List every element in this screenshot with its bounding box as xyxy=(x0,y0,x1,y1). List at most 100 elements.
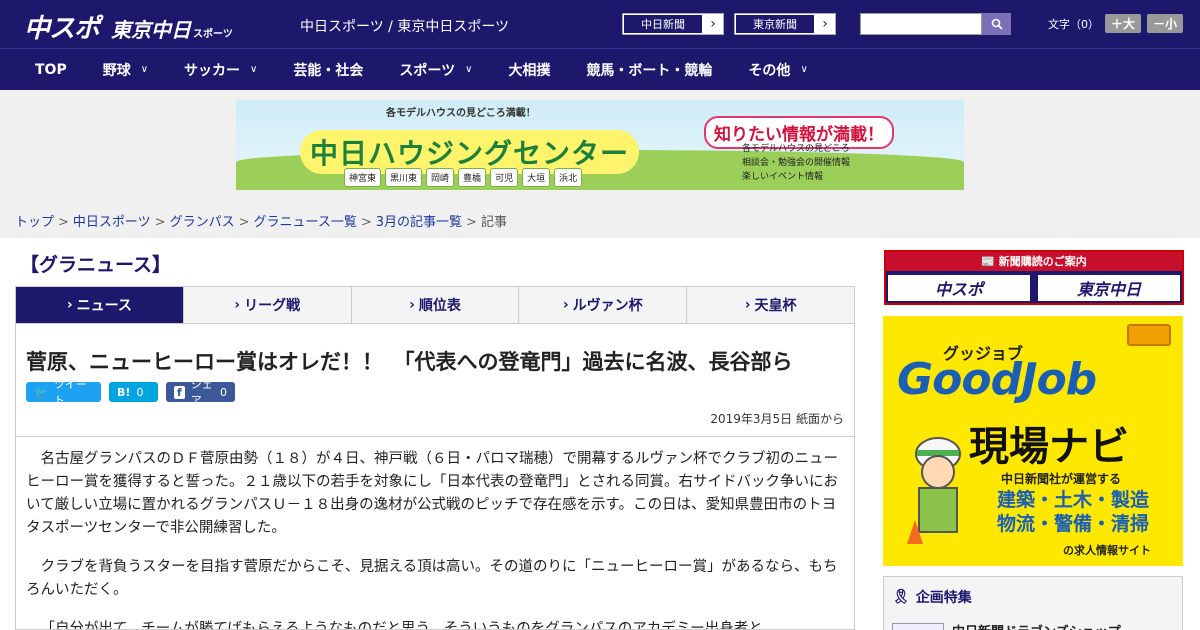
section-title: 【グラニュース】 xyxy=(20,254,172,276)
breadcrumb-link-grampus[interactable]: グランパス xyxy=(170,215,235,230)
tab-label: 天皇杯 xyxy=(754,298,797,314)
hatena-icon: B! xyxy=(117,385,131,399)
newspaper-icon: 📰 xyxy=(981,255,995,268)
breadcrumb-link-chunichi-sports[interactable]: 中日スポーツ xyxy=(73,215,151,230)
logo-tiny: スポーツ xyxy=(193,29,233,40)
nav-label: その他 xyxy=(748,62,791,79)
breadcrumb: トップ > 中日スポーツ > グランパス > グラニュース一覧 >3月の記事一覧 > 記事 xyxy=(15,215,507,230)
goodjob-category-line: 建築・土木・製造 xyxy=(997,489,1150,511)
font-larger-button[interactable]: ＋大 xyxy=(1105,14,1142,33)
tokyo-shimbun-link[interactable]: 東京新聞 › xyxy=(734,13,836,35)
banner-town: 豊橋 xyxy=(458,168,487,187)
twitter-icon: 🐦 xyxy=(34,385,48,399)
tab-levain-cup[interactable]: › ルヴァン杯 xyxy=(519,287,688,323)
nav-item-top[interactable]: TOP xyxy=(0,62,85,78)
goodjob-ad[interactable]: グッジョブ GoodJob 現場ナビ 中日新聞社が運営する 建築・土木・製造 物… xyxy=(883,316,1183,566)
hatena-bookmark-button[interactable]: B! 0 xyxy=(109,382,158,402)
subscription-box[interactable]: 📰 新聞購読のご案内 中スポ 東京中日 xyxy=(884,250,1184,305)
article: 菅原、ニューヒーロー賞はオレだ！！ 「代表への登竜門」過去に名波、長谷部ら 🐦 … xyxy=(15,324,855,630)
nav-label: 芸能・社会 xyxy=(293,62,364,79)
nav-item-sports[interactable]: スポーツ ∨ xyxy=(381,60,490,80)
tab-label: ルヴァン杯 xyxy=(572,298,643,314)
special-feature-item[interactable]: 中日新聞ドラゴンズショップ xyxy=(892,621,1121,630)
banner-info-item: 相談会・勉強会の開催情報 xyxy=(742,158,851,168)
banner-info-list: 各モデルハウスの見どころ 相談会・勉強会の開催情報 楽しいイベント情報 xyxy=(742,142,850,184)
chevron-down-icon: ∨ xyxy=(140,64,149,75)
banner-town: 大垣 xyxy=(522,168,551,187)
tab-label: ニュース xyxy=(76,298,132,314)
main-nav: TOP 野球 ∨ サッカー ∨ 芸能・社会 スポーツ ∨ 大相撲 競馬・ボート・… xyxy=(0,48,1200,90)
search-input[interactable] xyxy=(860,13,982,35)
breadcrumb-link-top[interactable]: トップ xyxy=(15,215,54,230)
truck-icon xyxy=(1127,324,1171,346)
chunichi-shimbun-link[interactable]: 中日新聞 › xyxy=(622,13,724,35)
nav-label: スポーツ xyxy=(399,62,456,79)
font-smaller-button[interactable]: －小 xyxy=(1147,14,1184,33)
subscribe-tokyo-chunichi-button[interactable]: 東京中日 xyxy=(1038,275,1180,301)
subscription-head: 📰 新聞購読のご案内 xyxy=(886,252,1182,271)
site-names: 中日スポーツ / 東京中日スポーツ xyxy=(300,19,510,35)
hatena-count: 0 xyxy=(136,385,144,399)
tweet-label: ツイート xyxy=(53,378,87,407)
chevron-right-icon: › xyxy=(562,297,569,313)
facebook-share-button[interactable]: f シェア 0 xyxy=(166,378,235,407)
nav-label: TOP xyxy=(35,61,67,78)
article-paragraph: 「自分が出て、チームが勝てばもらえるようなものだと思う。そういうものをグランパス… xyxy=(40,621,763,630)
goodjob-categories: 建築・土木・製造 物流・警備・清掃 xyxy=(997,488,1149,536)
top-header: 中スポ 東京中日 スポーツ 中日スポーツ / 東京中日スポーツ 中日新聞 › 東… xyxy=(0,0,1200,48)
tab-emperors-cup[interactable]: › 天皇杯 xyxy=(687,287,854,323)
fb-share-count: 0 xyxy=(220,385,227,399)
special-features-heading: 🎗 企画特集 xyxy=(892,587,972,607)
feature-item-label: 中日新聞ドラゴンズショップ xyxy=(952,621,1121,630)
tab-league[interactable]: › リーグ戦 xyxy=(183,287,352,323)
nav-label: 野球 xyxy=(102,62,131,79)
goodjob-category-line: 物流・警備・清掃 xyxy=(997,513,1150,535)
special-features-title: 企画特集 xyxy=(915,590,972,606)
search-button[interactable] xyxy=(982,13,1011,35)
ribbon-icon: 🎗 xyxy=(892,589,910,605)
chevron-right-icon: › xyxy=(234,297,241,313)
nav-item-entertainment[interactable]: 芸能・社会 xyxy=(275,60,381,80)
subscribe-chuspo-button[interactable]: 中スポ xyxy=(888,275,1030,301)
goodjob-operator: 中日新聞社が運営する xyxy=(1001,472,1122,486)
breadcrumb-current: 記事 xyxy=(480,215,507,230)
ext-link-label: 中日新聞 xyxy=(623,14,703,34)
housing-center-ad-banner[interactable]: 各モデルハウスの見どころ満載！ 中日ハウジングセンター 知りたい情報が満載！ 各… xyxy=(236,100,964,190)
nav-item-sumo[interactable]: 大相撲 xyxy=(490,60,568,80)
banner-town: 可児 xyxy=(490,168,519,187)
search-box xyxy=(860,13,1011,35)
nav-label: 大相撲 xyxy=(508,62,551,79)
article-body: 名古屋グランパスのＤＦ菅原由勢（１８）が４日、神戸戦（６日・パロマ瑞穂）で開幕す… xyxy=(26,448,846,630)
font-size-controls: 文字（0） ＋大 －小 xyxy=(1048,14,1184,33)
nav-label: 競馬・ボート・競輪 xyxy=(586,62,713,79)
chevron-down-icon: ∨ xyxy=(800,64,808,75)
breadcrumb-link-march[interactable]: 3月の記事一覧 xyxy=(376,215,462,230)
tab-label: リーグ戦 xyxy=(244,298,301,314)
article-divider xyxy=(16,436,854,437)
tweet-button[interactable]: 🐦 ツイート xyxy=(26,378,101,407)
article-dateline: 2019年3月5日 紙面から xyxy=(710,412,844,426)
logo-main: 中スポ xyxy=(24,14,100,44)
article-paragraph: クラブを背負うスターを目指す菅原だからこそ、見据える頂は高い。その道のりに「ニュ… xyxy=(26,559,838,598)
fb-share-label: シェア xyxy=(190,378,213,407)
banner-towns: 神宮東 黒川東 岡崎 豊橋 可児 大垣 浜北 xyxy=(344,168,583,187)
chevron-down-icon: ∨ xyxy=(465,64,473,75)
tab-standings[interactable]: › 順位表 xyxy=(351,287,520,323)
nav-item-racing[interactable]: 競馬・ボート・競輪 xyxy=(568,60,730,80)
nav-item-other[interactable]: その他 ∨ xyxy=(730,60,825,80)
breadcrumb-link-gra-news[interactable]: グラニュース一覧 xyxy=(254,215,357,230)
nav-item-soccer[interactable]: サッカー ∨ xyxy=(166,60,275,80)
article-headline: 菅原、ニューヒーロー賞はオレだ！！ 「代表への登竜門」過去に名波、長谷部ら xyxy=(26,350,793,374)
worker-illustration-icon xyxy=(907,437,961,544)
facebook-icon: f xyxy=(174,385,185,399)
tab-news[interactable]: › ニュース xyxy=(16,287,184,323)
subscription-head-label: 新聞購読のご案内 xyxy=(998,255,1087,268)
font-size-label: 文字（0） xyxy=(1048,17,1099,31)
goodjob-subtitle: の求人情報サイト xyxy=(1063,544,1151,557)
nav-label: サッカー xyxy=(184,62,241,79)
chevron-right-icon: › xyxy=(710,16,716,32)
nav-item-baseball[interactable]: 野球 ∨ xyxy=(85,60,166,80)
banner-top-note: 各モデルハウスの見どころ満載！ xyxy=(386,108,536,119)
site-logo[interactable]: 中スポ 東京中日 スポーツ xyxy=(24,8,233,45)
chevron-down-icon: ∨ xyxy=(250,64,258,75)
